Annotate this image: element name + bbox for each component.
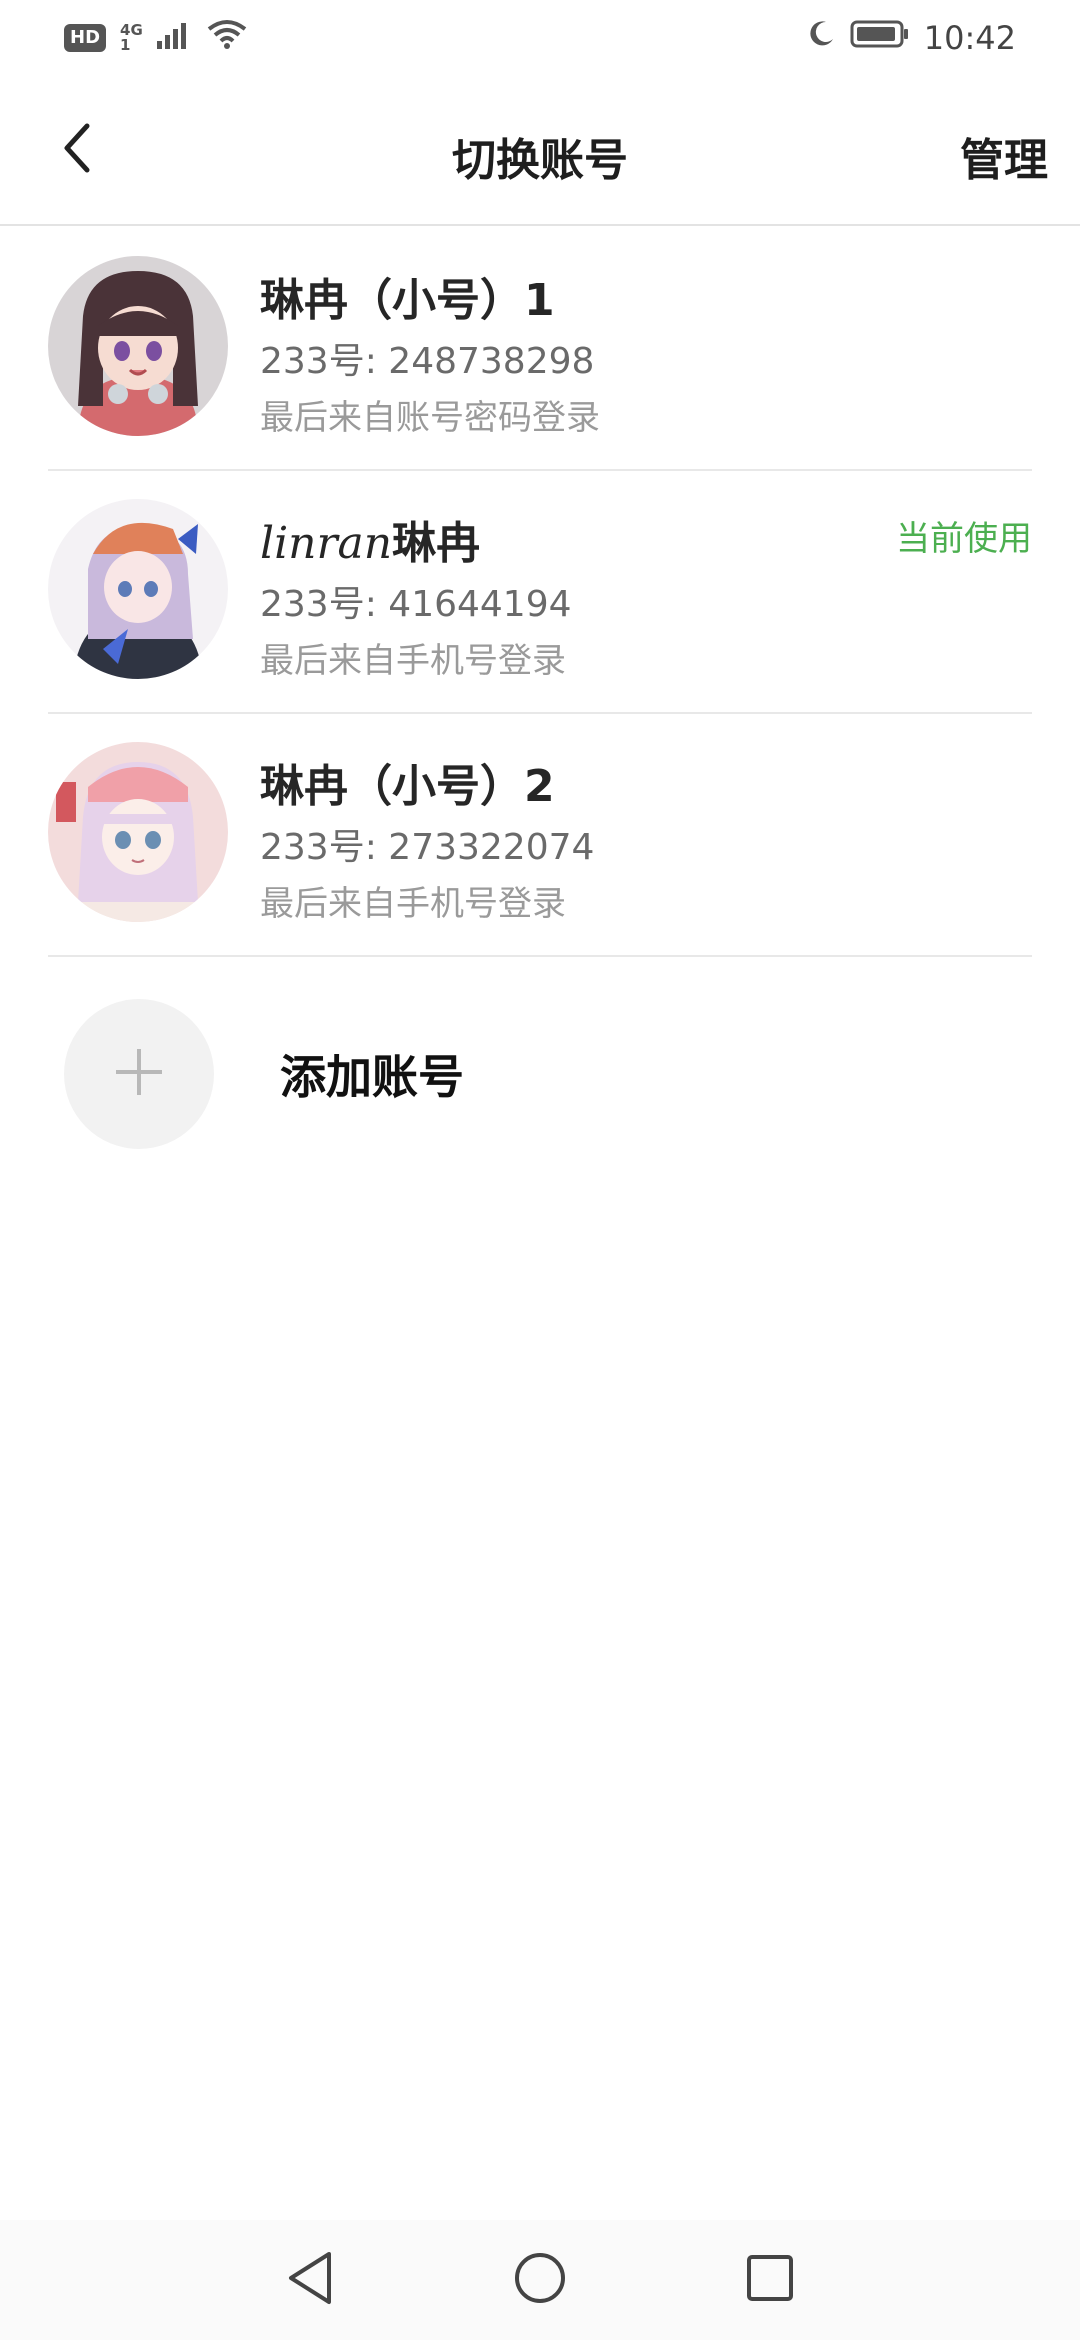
network-sub-label: 1	[120, 36, 131, 54]
current-account-badge: 当前使用	[896, 519, 1032, 559]
wifi-icon	[207, 19, 247, 57]
back-triangle-icon	[285, 2250, 335, 2310]
account-name-latin: linran	[260, 518, 393, 569]
account-item[interactable]: 琳冉（小号）2 233号: 273322074 最后来自手机号登录	[48, 714, 1032, 957]
status-left: HD 4G 1	[64, 19, 247, 57]
moon-icon	[806, 19, 836, 57]
account-item[interactable]: 琳冉（小号）1 233号: 248738298 最后来自账号密码登录	[48, 228, 1032, 471]
account-name: linran琳冉	[260, 507, 480, 571]
nav-home-button[interactable]	[500, 2240, 580, 2320]
header-bar: 切换账号 管理	[0, 76, 1080, 226]
avatar	[48, 742, 228, 922]
add-account-label: 添加账号	[280, 1050, 464, 1104]
hd-badge: HD	[64, 24, 107, 52]
account-name-chinese: 琳冉	[392, 518, 481, 569]
account-login-method: 最后来自账号密码登录	[260, 398, 600, 438]
account-list: 琳冉（小号）1 233号: 248738298 最后来自账号密码登录 linra…	[48, 228, 1032, 957]
account-login-method: 最后来自手机号登录	[260, 884, 566, 924]
clock: 10:42	[923, 19, 1016, 57]
add-account-circle	[64, 999, 214, 1149]
home-circle-icon	[513, 2251, 567, 2309]
account-item-current[interactable]: linran琳冉 当前使用 233号: 41644194 最后来自手机号登录	[48, 471, 1032, 714]
account-login-method: 最后来自手机号登录	[260, 641, 566, 681]
manage-button[interactable]: 管理	[960, 124, 1048, 188]
avatar	[48, 256, 228, 436]
nav-back-button[interactable]	[270, 2240, 350, 2320]
account-id: 233号: 273322074	[260, 827, 595, 868]
status-right: 10:42	[806, 19, 1016, 57]
page-title: 切换账号	[452, 135, 628, 186]
switch-account-screen: HD 4G 1 10:42 切换账号 管理 琳冉（小号）1 233号: 2487…	[0, 0, 1080, 2340]
signal-icon	[156, 19, 193, 57]
account-name: 琳冉（小号）2	[260, 761, 555, 812]
account-name: 琳冉（小号）1	[260, 275, 555, 326]
account-id: 233号: 248738298	[260, 341, 595, 382]
battery-icon	[850, 19, 910, 57]
avatar	[48, 499, 228, 679]
network-indicator: 4G 1	[120, 23, 143, 53]
recents-square-icon	[745, 2253, 795, 2307]
account-id: 233号: 41644194	[260, 584, 572, 625]
nav-recents-button[interactable]	[730, 2240, 810, 2320]
add-account-button[interactable]: 添加账号	[64, 998, 964, 1150]
system-nav-bar	[0, 2220, 1080, 2340]
plus-icon	[114, 1047, 164, 1101]
status-bar: HD 4G 1 10:42	[0, 0, 1080, 76]
